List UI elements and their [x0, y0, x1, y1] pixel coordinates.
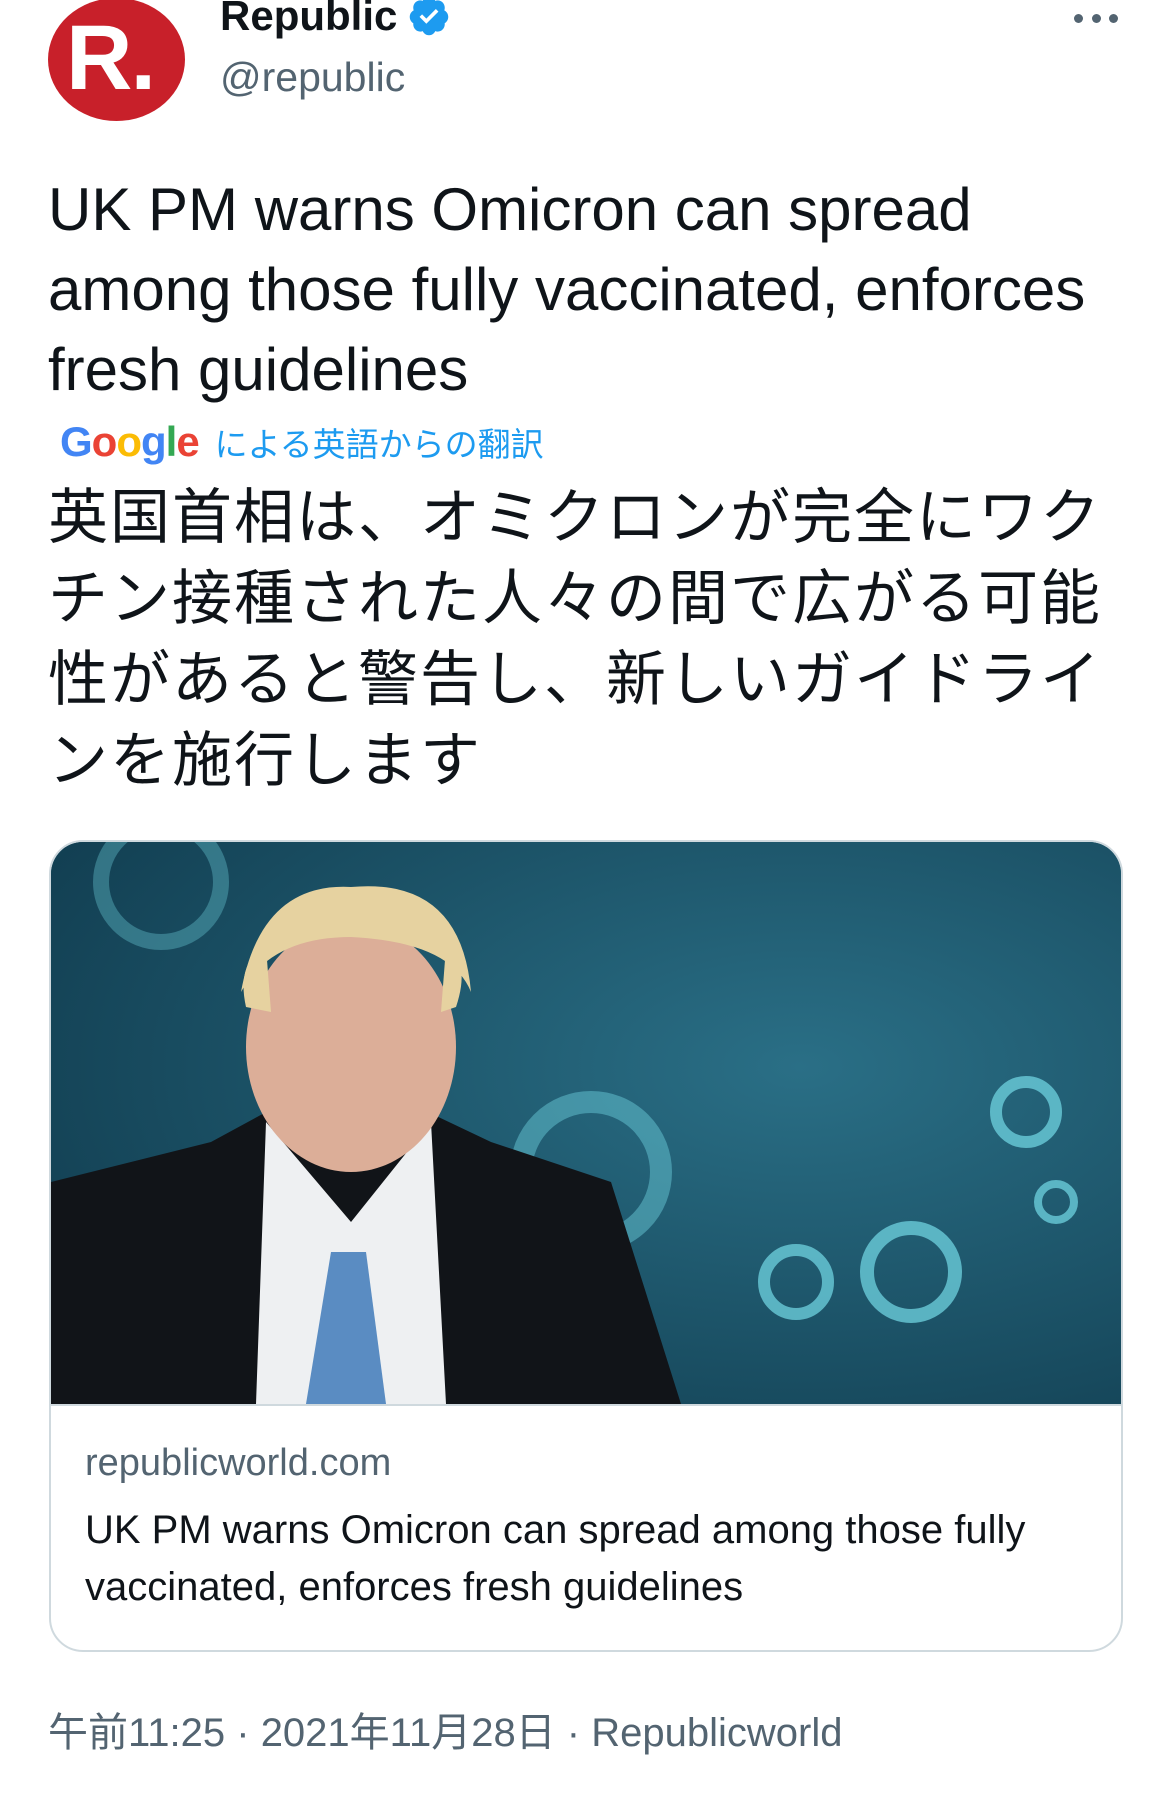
name-row: Republic [220, 0, 451, 40]
google-logo: Google [60, 418, 200, 465]
user-handle[interactable]: @republic [220, 54, 405, 101]
card-title: UK PM warns Omicron can spread among tho… [85, 1508, 1026, 1609]
more-options-icon[interactable] [1074, 10, 1118, 26]
tweet-text: UK PM warns Omicron can spread among tho… [48, 176, 1086, 403]
display-name[interactable]: Republic [220, 0, 397, 40]
avatar-logo: R. [66, 7, 156, 109]
link-card[interactable]: republicworld.com UK PM warns Omicron ca… [49, 840, 1123, 1652]
dot [1074, 13, 1083, 23]
tweet-date[interactable]: 2021年11月28日 [261, 1711, 556, 1755]
tweet-source[interactable]: Republicworld [591, 1711, 842, 1755]
translation-attribution[interactable]: Google による英語からの翻訳 [60, 418, 544, 466]
tweet-header: R. Republic @republic [0, 0, 1170, 140]
translated-text: 英国首相は、オミクロンが完全にワクチン接種された人々の間で広がる可能性があると警… [48, 483, 1102, 796]
divider [51, 1404, 1121, 1406]
avatar[interactable]: R. [48, 0, 185, 121]
meta-separator: · [225, 1711, 261, 1755]
dot [1091, 13, 1101, 23]
tweet-meta: 午前11:25 · 2021年11月28日 · Republicworld [48, 1700, 842, 1758]
verified-badge-icon [410, 0, 449, 36]
card-domain: republicworld.com [85, 1442, 392, 1484]
dot [1109, 13, 1118, 23]
meta-separator: · [555, 1711, 592, 1755]
card-photo [51, 842, 1121, 1404]
tweet-time[interactable]: 午前11:25 [48, 1711, 225, 1755]
translation-label: による英語からの翻訳 [214, 425, 544, 464]
card-image[interactable] [51, 842, 1121, 1404]
